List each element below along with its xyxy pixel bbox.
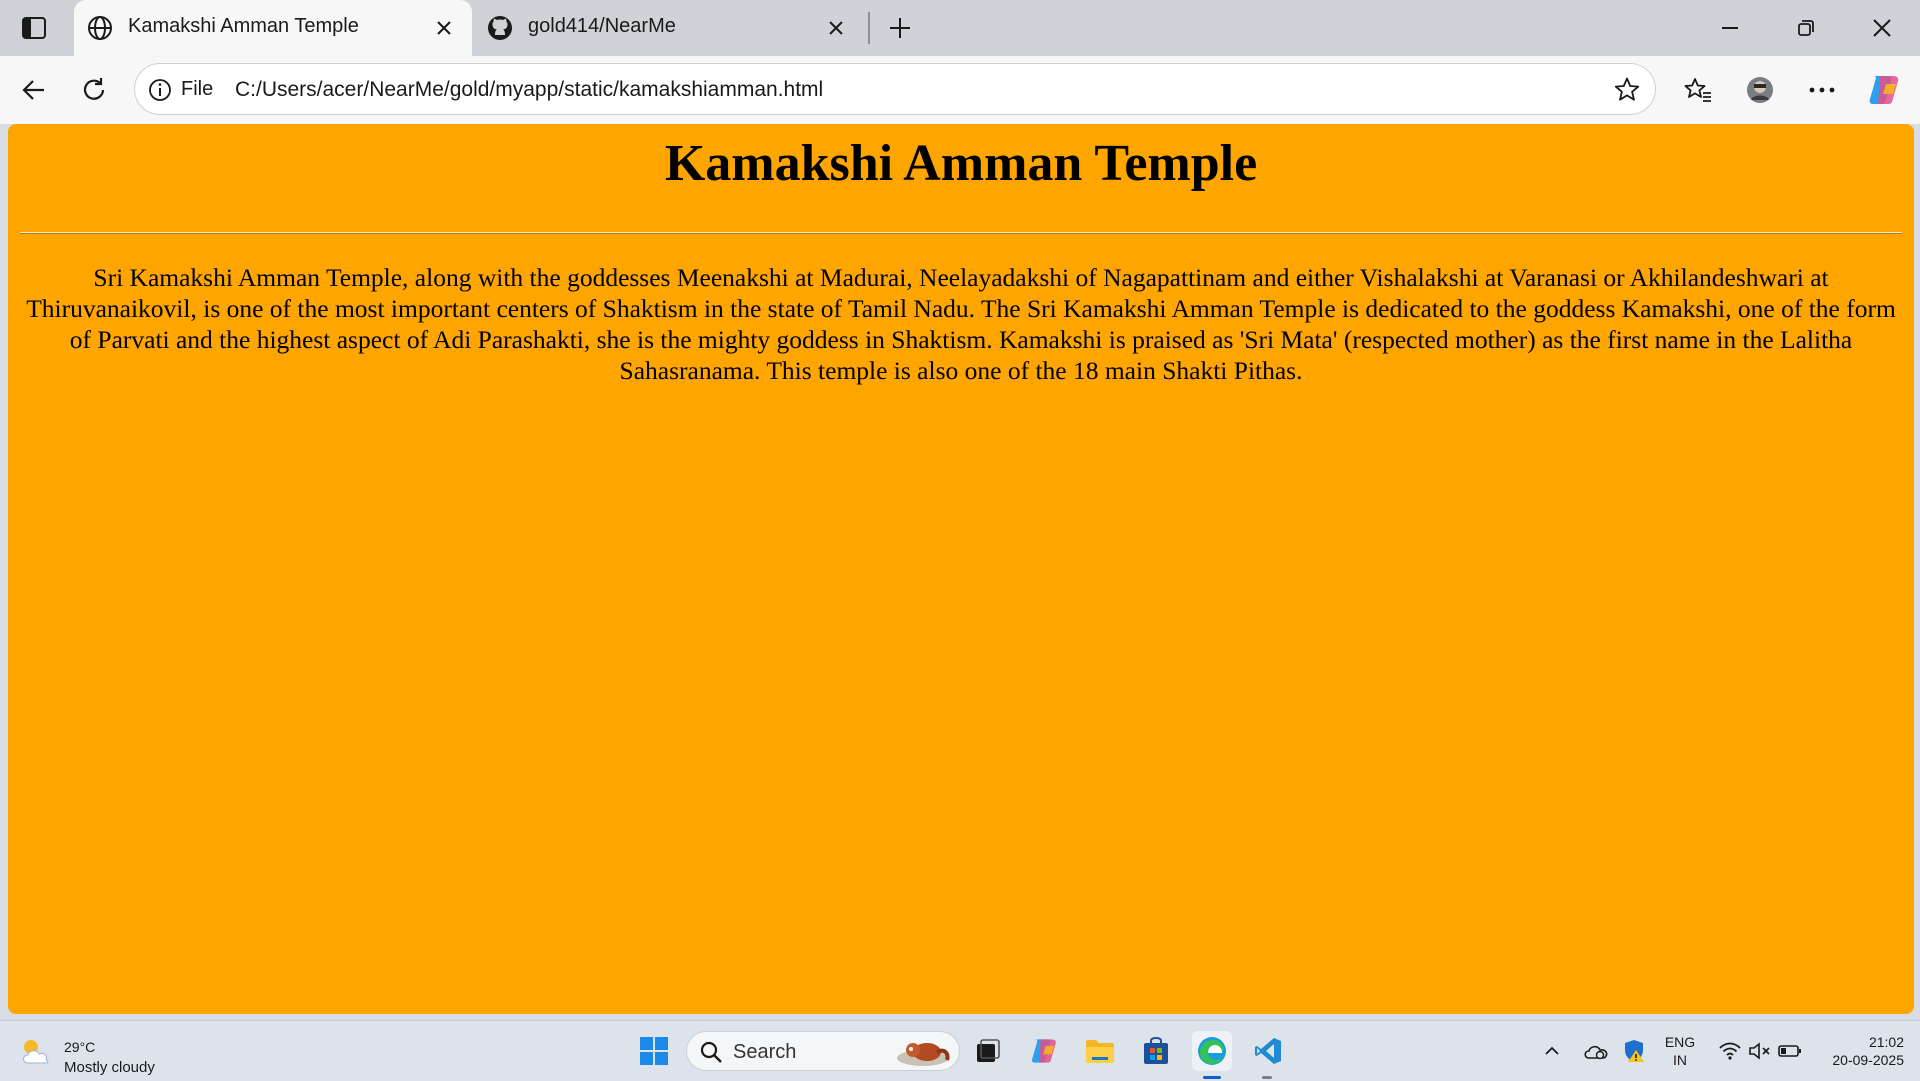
github-icon — [488, 16, 512, 40]
back-button[interactable] — [10, 66, 58, 114]
ellipsis-icon — [1809, 87, 1835, 93]
weather-condition: Mostly cloudy — [64, 1059, 155, 1076]
avatar — [1747, 77, 1773, 103]
refresh-icon — [83, 78, 105, 100]
vscode-icon — [1255, 1038, 1281, 1064]
horizontal-rule — [20, 232, 1902, 234]
restore-button[interactable] — [1768, 0, 1844, 56]
security-tray-button[interactable] — [1618, 1031, 1650, 1071]
quick-settings-button[interactable] — [1712, 1031, 1808, 1071]
tab-actions-icon — [22, 17, 46, 39]
shield-warning-icon — [1625, 1040, 1644, 1062]
copilot-icon — [1032, 1039, 1056, 1063]
vscode-open-indicator — [1262, 1076, 1272, 1079]
page-heading: Kamakshi Amman Temple — [664, 135, 1258, 192]
tab-title: Kamakshi Amman Temple — [128, 15, 359, 37]
star-icon[interactable] — [1613, 76, 1641, 104]
new-tab-button[interactable] — [880, 10, 920, 46]
close-icon — [437, 21, 451, 35]
search-icon — [700, 1041, 722, 1063]
site-scheme-label[interactable]: File — [181, 78, 213, 101]
clock-time: 21:02 — [1868, 1034, 1904, 1050]
task-view-icon — [977, 1039, 1000, 1062]
browser-toolbar: File C:/Users/acer/NearMe/gold/myapp/sta… — [0, 56, 1920, 124]
close-icon — [1873, 19, 1891, 37]
tab-kamakshi[interactable]: Kamakshi Amman Temple — [74, 0, 472, 56]
task-view-button[interactable] — [968, 1031, 1008, 1071]
wifi-icon — [1719, 1042, 1741, 1060]
close-icon — [829, 21, 843, 35]
temple-description: Sri Kamakshi Amman Temple, along with th… — [26, 263, 1896, 385]
restore-icon — [1798, 20, 1814, 36]
tab-close-button[interactable] — [822, 14, 850, 42]
arrow-left-icon — [22, 80, 44, 100]
start-button[interactable] — [634, 1031, 674, 1071]
partly-cloudy-icon — [23, 1040, 49, 1064]
windows-logo-icon — [640, 1037, 668, 1065]
info-icon[interactable] — [147, 77, 173, 103]
profile-button[interactable] — [1736, 66, 1784, 114]
edge-icon — [1198, 1037, 1226, 1065]
battery-icon — [1778, 1045, 1801, 1057]
tab-separator — [868, 12, 870, 44]
search-label: Search — [733, 1041, 797, 1063]
minimize-icon — [1722, 27, 1738, 29]
store-icon — [1144, 1036, 1168, 1064]
region-code: IN — [1673, 1052, 1687, 1068]
folder-icon — [1086, 1040, 1114, 1063]
tab-actions-button[interactable] — [14, 12, 54, 44]
weather-temperature: 29°C — [64, 1039, 96, 1055]
search-highlight-image — [897, 1043, 950, 1066]
tab-close-button[interactable] — [430, 14, 458, 42]
edge-active-indicator — [1203, 1076, 1221, 1079]
file-explorer-button[interactable] — [1080, 1031, 1120, 1071]
taskbar: 29°C Mostly cloudy Search ENG IN 21:02 2… — [0, 1020, 1920, 1081]
input-language-indicator[interactable]: ENG IN — [1660, 1033, 1700, 1069]
cloud-sync-icon — [1584, 1045, 1608, 1060]
show-hidden-icons-button[interactable] — [1540, 1031, 1564, 1071]
language-code: ENG — [1664, 1034, 1696, 1050]
minimize-button[interactable] — [1692, 0, 1768, 56]
globe-icon — [88, 16, 112, 40]
url-text[interactable]: C:/Users/acer/NearMe/gold/myapp/static/k… — [235, 78, 823, 102]
edge-button[interactable] — [1192, 1031, 1232, 1071]
favorites-button[interactable] — [1674, 66, 1722, 114]
taskbar-search[interactable]: Search — [686, 1031, 960, 1071]
vscode-button[interactable] — [1248, 1031, 1288, 1071]
refresh-button[interactable] — [70, 66, 118, 114]
tab-github[interactable]: gold414/NearMe — [474, 0, 864, 56]
copilot-icon — [1869, 76, 1899, 104]
more-options-button[interactable] — [1798, 66, 1846, 114]
plus-icon — [890, 18, 910, 38]
copilot-taskbar-button[interactable] — [1024, 1031, 1064, 1071]
chevron-up-icon — [1545, 1046, 1559, 1055]
clock-date: 20-09-2025 — [1832, 1052, 1904, 1068]
onedrive-tray-button[interactable] — [1580, 1031, 1612, 1071]
address-bar[interactable]: File C:/Users/acer/NearMe/gold/myapp/sta… — [134, 63, 1656, 115]
page-viewport: Kamakshi Amman Temple Sri Kamakshi Amman… — [8, 124, 1914, 1014]
tab-strip: Kamakshi Amman Temple gold414/NearMe — [0, 0, 1920, 56]
copilot-button[interactable] — [1860, 66, 1908, 114]
tab-title: gold414/NearMe — [528, 15, 676, 37]
clock[interactable]: 21:02 20-09-2025 — [1812, 1033, 1904, 1069]
microsoft-store-button[interactable] — [1136, 1031, 1176, 1071]
speaker-muted-icon — [1749, 1042, 1770, 1060]
close-window-button[interactable] — [1844, 0, 1920, 56]
favorites-icon — [1684, 78, 1711, 102]
